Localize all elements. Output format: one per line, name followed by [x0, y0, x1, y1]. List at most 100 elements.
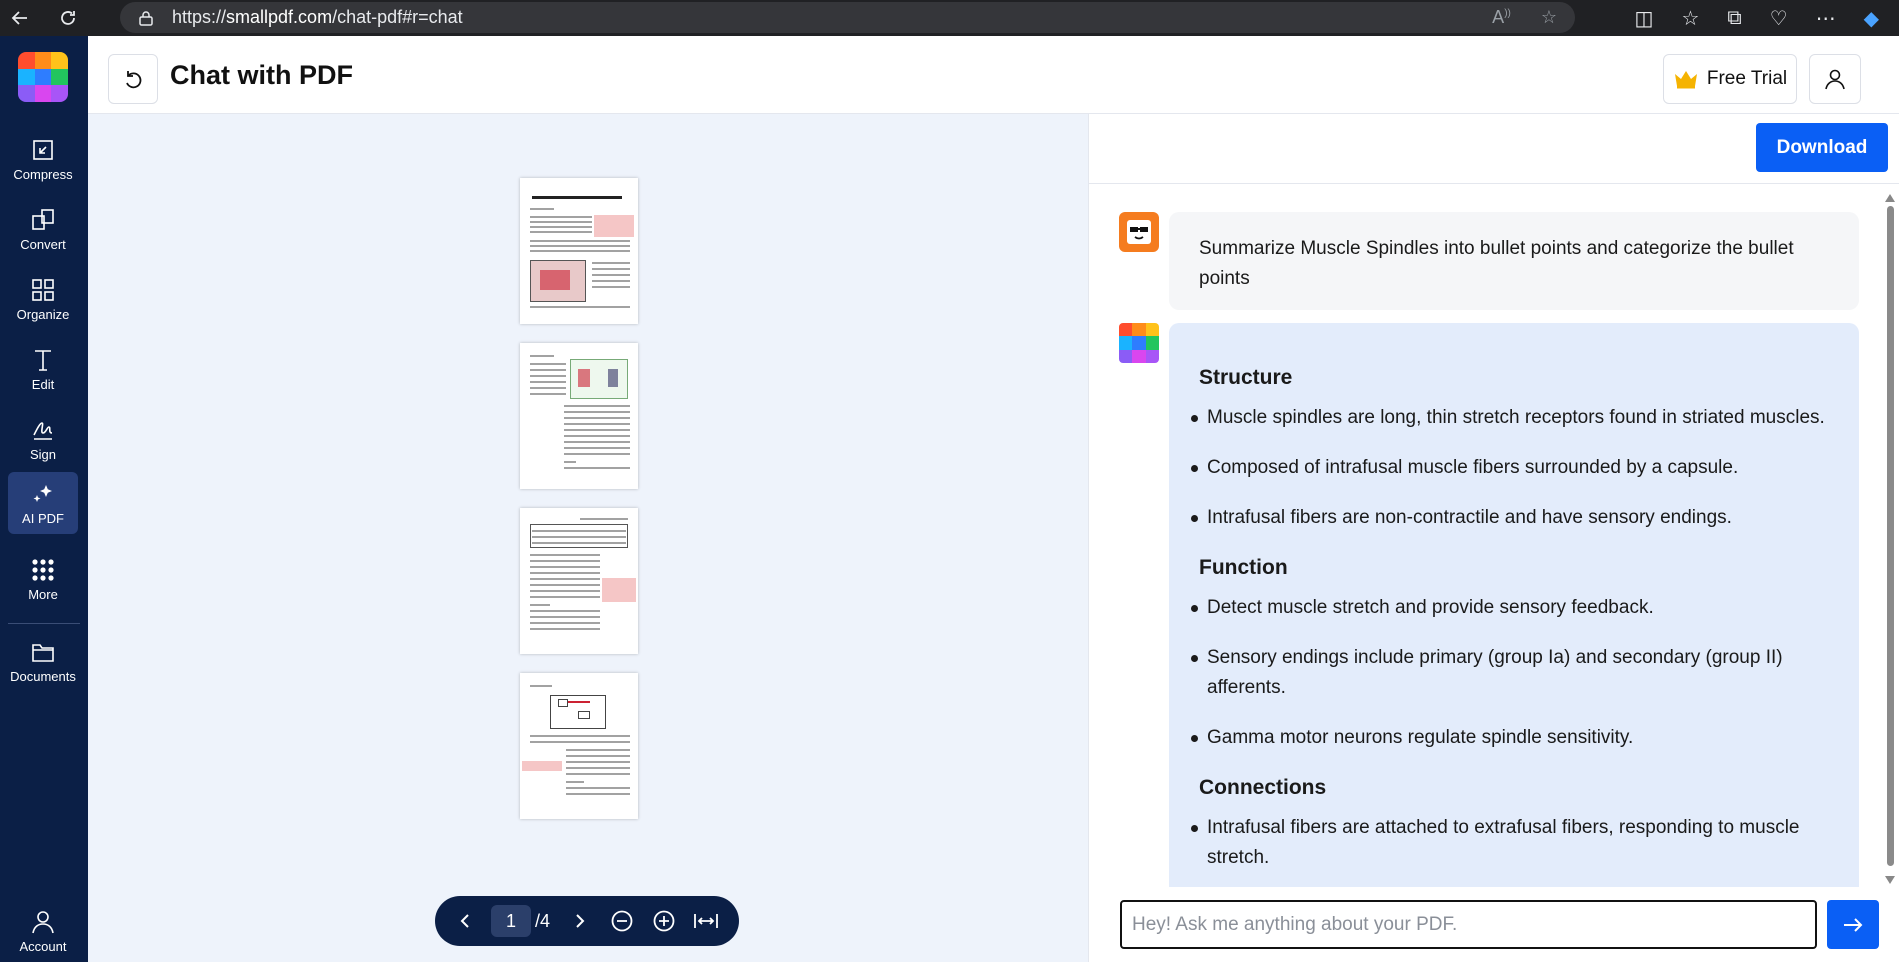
page-total: /4	[535, 910, 551, 931]
sign-icon	[33, 421, 53, 440]
sidebar-item-label: AI PDF	[22, 510, 64, 526]
chat-input-field[interactable]	[1120, 900, 1817, 949]
smallpdf-logo[interactable]	[18, 52, 68, 102]
section-heading: Connections	[1199, 776, 1327, 799]
chat-scrollbar[interactable]	[1885, 194, 1895, 884]
edit-icon	[35, 349, 51, 371]
download-button[interactable]: Download	[1756, 123, 1888, 172]
free-trial-button[interactable]: Free Trial	[1663, 54, 1797, 104]
sidebar-item-label: Convert	[20, 236, 66, 252]
page-number-input[interactable]: 1	[491, 905, 531, 937]
app-header: Chat with PDF Free Trial	[88, 36, 1899, 114]
free-trial-label: Free Trial	[1706, 68, 1788, 89]
convert-icon	[32, 208, 54, 230]
page-thumbnail-1[interactable]	[520, 178, 638, 324]
url-text: https://smallpdf.com/chat-pdf#r=chat	[172, 7, 463, 27]
read-aloud-icon[interactable]: A))	[1492, 7, 1511, 28]
sidebar-divider	[8, 623, 80, 624]
fit-width-icon	[694, 914, 718, 928]
cool-face-icon	[1127, 220, 1151, 244]
zoom-out-icon	[611, 910, 633, 932]
folder-icon	[32, 643, 54, 662]
previous-page-button[interactable]	[449, 905, 481, 937]
arrow-left-icon	[11, 11, 27, 25]
collections-icon[interactable]: ⧉	[1727, 7, 1741, 30]
browser-essentials-icon[interactable]: ♡	[1770, 6, 1788, 31]
sidebar-item-label: More	[28, 586, 58, 602]
refresh-icon	[61, 11, 75, 25]
send-button[interactable]	[1827, 900, 1879, 949]
next-page-button[interactable]	[564, 905, 596, 937]
sidebar-item-organize[interactable]: Organize	[8, 270, 78, 328]
scroll-down-arrow-icon[interactable]	[1885, 876, 1895, 884]
browser-toolbar: https://smallpdf.com/chat-pdf#r=chat A))…	[0, 0, 1899, 36]
address-bar[interactable]: https://smallpdf.com/chat-pdf#r=chat A))…	[120, 2, 1575, 33]
ai-avatar	[1119, 323, 1159, 363]
user-icon	[1825, 69, 1845, 90]
list-item: Intrafusal fibers are non-contractile an…	[1191, 503, 1829, 533]
chat-toolbar: Download	[1089, 114, 1899, 184]
pdf-viewer: 1 /4	[88, 114, 1170, 962]
favorites-icon[interactable]: ☆	[1681, 6, 1699, 31]
list-item: Detect muscle stretch and provide sensor…	[1191, 593, 1829, 623]
page-thumbnail-2[interactable]	[520, 343, 638, 489]
bullet-list: Intrafusal fibers are attached to extraf…	[1191, 813, 1829, 873]
app-sidebar: Compress Convert Organize Edit Sign AI P…	[0, 36, 88, 962]
page-title: Chat with PDF	[170, 60, 353, 90]
undo-icon	[126, 71, 142, 89]
list-item: Intrafusal fibers are attached to extraf…	[1191, 813, 1829, 873]
zoom-in-icon	[653, 910, 675, 932]
chat-messages: Summarize Muscle Spindles into bullet po…	[1089, 185, 1899, 887]
scrollbar-thumb[interactable]	[1887, 206, 1894, 866]
sidebar-item-documents[interactable]: Documents	[8, 632, 78, 690]
ai-message: Structure Muscle spindles are long, thin…	[1169, 323, 1859, 887]
zoom-out-button[interactable]	[606, 905, 638, 937]
more-menu-icon[interactable]: ⋯	[1816, 6, 1836, 31]
restart-button[interactable]	[108, 54, 158, 104]
arrow-right-icon	[1844, 917, 1863, 932]
list-item: Muscle spindles are long, thin stretch r…	[1191, 403, 1829, 433]
user-avatar	[1119, 212, 1159, 252]
user-message: Summarize Muscle Spindles into bullet po…	[1169, 212, 1859, 310]
sidebar-item-edit[interactable]: Edit	[8, 340, 78, 398]
list-item: Sensory endings include primary (group I…	[1191, 643, 1829, 703]
lock-icon	[138, 10, 154, 26]
compress-icon	[33, 139, 53, 160]
list-item: Gamma motor neurons regulate spindle sen…	[1191, 723, 1829, 753]
scroll-up-arrow-icon[interactable]	[1885, 194, 1895, 202]
sidebar-item-label: Documents	[10, 668, 76, 684]
section-heading: Structure	[1199, 366, 1293, 389]
browser-refresh-button[interactable]	[48, 0, 88, 36]
page-thumbnail-4[interactable]	[520, 673, 638, 819]
favorite-star-icon[interactable]: ☆	[1541, 7, 1557, 28]
sidebar-item-convert[interactable]: Convert	[8, 200, 78, 258]
page-thumbnail-3[interactable]	[520, 508, 638, 654]
user-icon	[32, 910, 54, 933]
dots-grid-icon	[32, 558, 54, 581]
sidebar-item-compress[interactable]: Compress	[8, 130, 78, 188]
list-item: Composed of intrafusal muscle fibers sur…	[1191, 453, 1829, 483]
sparkle-icon	[33, 484, 52, 502]
zoom-in-button[interactable]	[648, 905, 680, 937]
crown-icon	[1674, 71, 1697, 89]
sidebar-item-more[interactable]: More	[8, 550, 78, 608]
bullet-list: Detect muscle stretch and provide sensor…	[1191, 593, 1829, 753]
chevron-right-icon	[576, 914, 585, 928]
browser-back-button[interactable]	[0, 0, 40, 36]
sidebar-item-label: Edit	[31, 376, 55, 392]
sidebar-item-account[interactable]: Account	[8, 902, 78, 960]
split-screen-icon[interactable]: ◫	[1635, 6, 1654, 31]
fit-width-button[interactable]	[690, 905, 722, 937]
sidebar-item-sign[interactable]: Sign	[8, 410, 78, 468]
chevron-left-icon	[460, 914, 469, 928]
organize-icon	[32, 278, 54, 301]
sidebar-item-label: Organize	[16, 306, 70, 322]
chat-input[interactable]	[1122, 902, 1815, 947]
bullet-list: Muscle spindles are long, thin stretch r…	[1191, 403, 1829, 533]
sidebar-item-label: Sign	[29, 446, 57, 462]
copilot-icon[interactable]: ◆	[1864, 6, 1879, 31]
sidebar-item-ai-pdf[interactable]: AI PDF	[8, 472, 78, 534]
account-button[interactable]	[1809, 54, 1861, 104]
page-navigation-bar: 1 /4	[435, 896, 739, 946]
chat-panel: Download Summarize Muscle Spindles into …	[1088, 114, 1899, 962]
